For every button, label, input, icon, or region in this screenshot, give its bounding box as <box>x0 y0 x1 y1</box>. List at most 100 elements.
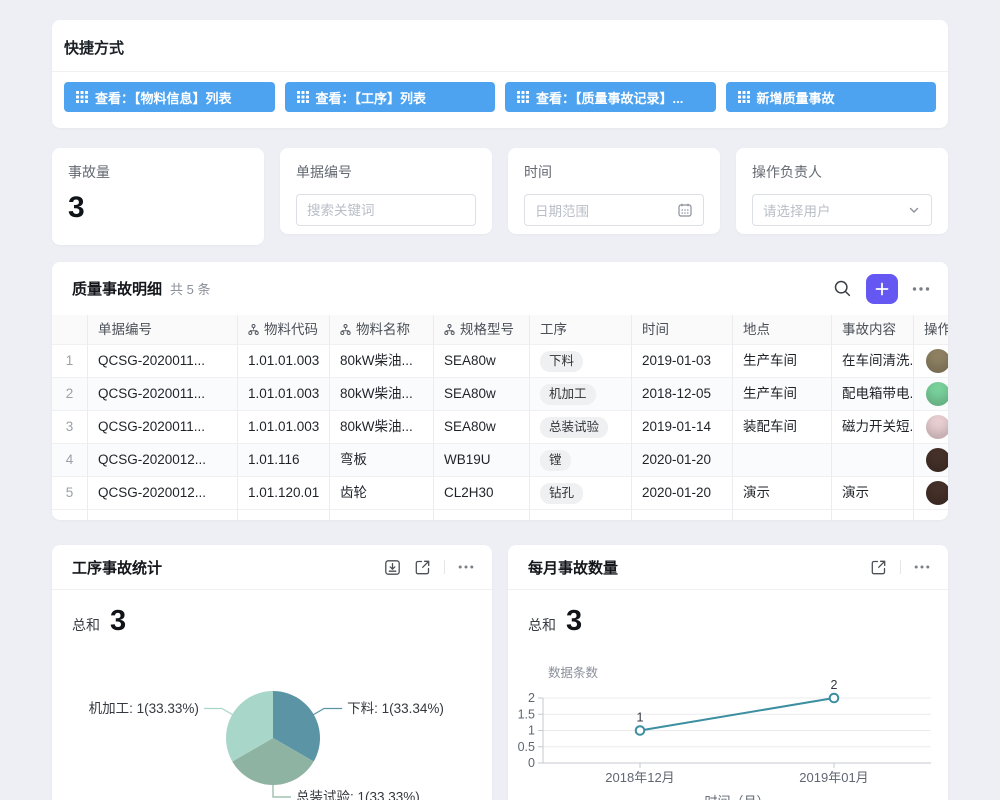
date-range-placeholder: 日期范围 <box>535 200 671 220</box>
shortcut-view-process-list-button[interactable]: 查看：【工序】列表 <box>285 82 496 112</box>
cell-date: 2018-12-05 <box>632 378 733 411</box>
total-value: 3 <box>110 605 126 638</box>
doc-number-search-input[interactable] <box>296 194 476 226</box>
cell-doc-number: QCSG-2020011... <box>88 378 238 411</box>
table-card-header: 质量事故明细 共 5 条 <box>52 262 948 315</box>
total-value: 3 <box>566 605 582 638</box>
table-title: 质量事故明细 <box>72 278 162 299</box>
shortcut-button-label: 新增质量事故 <box>757 88 835 107</box>
cell-operator <box>914 345 948 378</box>
shortcut-button-label: 查看：【质量事故记录】... <box>536 88 683 107</box>
cell-operator <box>914 444 948 477</box>
operator-avatar <box>926 349 948 373</box>
table-row[interactable]: 2QCSG-2020011...1.01.01.00380kW柴油...SEA8… <box>52 378 948 411</box>
column-header <box>52 315 88 345</box>
line-chart: 数据条数00.511.5212018年12月22019年01月时间（月） <box>508 655 948 800</box>
open-in-new-icon[interactable] <box>870 559 887 576</box>
y-tick-label: 1 <box>528 724 535 738</box>
user-select[interactable]: 请选择用户 <box>752 194 932 226</box>
cell-material-name: 80kW柴油... <box>330 411 434 444</box>
row-number: 5 <box>52 477 88 510</box>
pie-total-row: 总和 3 <box>72 605 492 638</box>
quality-incident-table-card: 质量事故明细 共 5 条 单据编号物料代码物料名称规格型号工序时间地点事故内容操… <box>52 262 948 520</box>
column-header: 地点 <box>733 315 832 345</box>
chevron-down-icon <box>907 203 921 217</box>
cell-date: 2019-01-03 <box>632 345 733 378</box>
cell-spec-model: CL2H30 <box>434 477 530 510</box>
data-point[interactable] <box>830 694 839 703</box>
doc-number-label: 单据编号 <box>296 162 476 182</box>
cell-material-name: 弯板 <box>330 444 434 477</box>
more-options-icon[interactable] <box>458 564 474 570</box>
link-field-icon <box>444 316 455 345</box>
column-header: 操作负责人 <box>914 315 948 345</box>
cell-doc-number: QCSG-2020012... <box>88 444 238 477</box>
cell-process: 镗 <box>530 444 632 477</box>
cell-incident-content <box>832 444 914 477</box>
cell-date: 2020-01-20 <box>632 444 733 477</box>
line-total-row: 总和 3 <box>528 605 948 638</box>
cell-material-code: 1.01.01.003 <box>238 411 330 444</box>
process-incident-stats-card: 工序事故统计 总和 3 下料: 1(33.34%)总装试验: 1(33.33%)… <box>52 545 492 800</box>
empty-cell <box>530 510 632 520</box>
row-number: 2 <box>52 378 88 411</box>
operator-filter-card: 操作负责人 请选择用户 <box>736 148 948 234</box>
table-row[interactable]: 3QCSG-2020011...1.01.01.00380kW柴油...SEA8… <box>52 411 948 444</box>
pie-chart-title: 工序事故统计 <box>72 557 162 578</box>
operator-label: 操作负责人 <box>752 162 932 182</box>
cell-operator <box>914 411 948 444</box>
cell-material-code: 1.01.120.01 <box>238 477 330 510</box>
shortcuts-card: 快捷方式 查看：【物料信息】列表 查看：【工序】列表 查看：【质量事故记录】..… <box>52 20 948 128</box>
cell-spec-model: SEA80w <box>434 345 530 378</box>
shortcut-view-quality-incident-records-button[interactable]: 查看：【质量事故记录】... <box>505 82 716 112</box>
cell-doc-number: QCSG-2020011... <box>88 411 238 444</box>
cell-operator <box>914 477 948 510</box>
empty-cell <box>832 510 914 520</box>
calendar-icon <box>677 202 693 218</box>
cell-place: 生产车间 <box>733 345 832 378</box>
column-header: 工序 <box>530 315 632 345</box>
y-axis-title: 数据条数 <box>548 665 599 680</box>
total-label: 总和 <box>528 615 556 635</box>
date-range-input[interactable]: 日期范围 <box>524 194 704 226</box>
more-options-icon[interactable] <box>914 564 930 570</box>
operator-avatar <box>926 382 948 406</box>
process-tag: 下料 <box>540 351 583 372</box>
cell-material-name: 80kW柴油... <box>330 378 434 411</box>
open-in-new-icon[interactable] <box>414 559 431 576</box>
cell-place: 演示 <box>733 477 832 510</box>
row-number: 3 <box>52 411 88 444</box>
data-point[interactable] <box>636 726 645 735</box>
more-options-icon[interactable] <box>912 286 930 292</box>
cell-spec-model: SEA80w <box>434 378 530 411</box>
column-header: 规格型号 <box>434 315 530 345</box>
table-row[interactable]: 1QCSG-2020011...1.01.01.00380kW柴油...SEA8… <box>52 345 948 378</box>
table-row[interactable]: 4QCSG-2020012...1.01.116弯板WB19U镗2020-01-… <box>52 444 948 477</box>
operator-avatar <box>926 448 948 472</box>
line-card-header: 每月事故数量 <box>508 545 948 590</box>
cell-incident-content: 磁力开关短... <box>832 411 914 444</box>
pie-label-line <box>204 709 233 716</box>
operator-avatar <box>926 415 948 439</box>
cell-process: 总装试验 <box>530 411 632 444</box>
shortcut-view-material-info-list-button[interactable]: 查看：【物料信息】列表 <box>64 82 275 112</box>
y-tick-label: 1.5 <box>518 708 535 722</box>
cell-incident-content: 在车间清洗... <box>832 345 914 378</box>
cell-doc-number: QCSG-2020012... <box>88 477 238 510</box>
shortcut-button-row: 查看：【物料信息】列表 查看：【工序】列表 查看：【质量事故记录】... 新增质… <box>64 82 936 112</box>
shortcut-add-quality-incident-button[interactable]: 新增质量事故 <box>726 82 937 112</box>
search-icon[interactable] <box>833 279 852 298</box>
cell-material-code: 1.01.01.003 <box>238 378 330 411</box>
shortcuts-title: 快捷方式 <box>52 20 948 71</box>
empty-cell <box>914 510 948 520</box>
export-icon[interactable] <box>384 559 401 576</box>
keyword-input[interactable] <box>307 203 465 218</box>
incident-count-card: 事故量 3 <box>52 148 264 245</box>
column-header: 事故内容 <box>832 315 914 345</box>
add-record-button[interactable] <box>866 274 898 304</box>
process-tag: 总装试验 <box>540 417 608 438</box>
pie-label-line <box>273 784 291 797</box>
app-grid-icon <box>297 91 309 103</box>
pie-card-header: 工序事故统计 <box>52 545 492 590</box>
table-row[interactable]: 5QCSG-2020012...1.01.120.01齿轮CL2H30钻孔202… <box>52 477 948 510</box>
